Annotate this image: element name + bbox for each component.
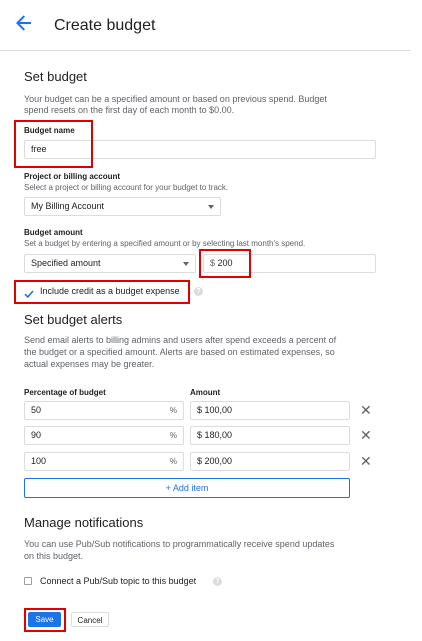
billing-account-select[interactable]: My Billing Account [24, 197, 221, 216]
percent-symbol: % [169, 457, 177, 466]
budget-amount-label: Budget amount [24, 228, 83, 237]
alert-amount-input[interactable]: $ 180,00 [190, 426, 350, 445]
alert-percent-value: 100 [31, 456, 47, 466]
notifications-description-line1: You can use Pub/Sub notifications to pro… [24, 539, 335, 549]
budget-amount-input[interactable]: $ 200 [203, 254, 376, 273]
alert-percent-input[interactable]: 90 % [24, 426, 184, 445]
budget-type-value: Specified amount [31, 258, 101, 268]
close-icon[interactable]: ✕ [360, 454, 372, 468]
pubsub-label[interactable]: Connect a Pub/Sub topic to this budget [40, 576, 196, 587]
alerts-description-line3: actual expenses may be greater. [24, 359, 155, 369]
back-arrow-icon[interactable] [16, 14, 38, 36]
pubsub-checkbox[interactable] [24, 577, 32, 585]
billing-account-value: My Billing Account [31, 201, 105, 211]
percent-symbol: % [169, 431, 177, 440]
amount-column-header: Amount [190, 388, 221, 397]
budget-amount-value: 200 [217, 258, 233, 268]
percentage-column-header: Percentage of budget [24, 388, 106, 397]
set-budget-description-line2: spend resets on the first day of each mo… [24, 105, 235, 115]
save-button[interactable]: Save [28, 612, 61, 627]
close-icon[interactable]: ✕ [360, 428, 372, 442]
page-title: Create budget [54, 17, 156, 34]
add-item-button[interactable]: + Add item [24, 478, 350, 498]
chevron-down-icon [208, 205, 214, 209]
project-hint: Select a project or billing account for … [24, 183, 229, 192]
project-label: Project or billing account [24, 172, 121, 181]
manage-notifications-heading: Manage notifications [24, 515, 144, 530]
percent-symbol: % [169, 406, 177, 415]
include-credit-label[interactable]: Include credit as a budget expense [40, 286, 180, 297]
alert-percent-value: 50 [31, 405, 42, 415]
alert-percent-value: 90 [31, 430, 42, 440]
alert-percent-input[interactable]: 100 % [24, 452, 184, 471]
close-icon[interactable]: ✕ [360, 403, 372, 417]
alert-amount-input[interactable]: $ 200,00 [190, 452, 350, 471]
chevron-down-icon [183, 262, 189, 266]
budget-amount-hint: Set a budget by entering a specified amo… [24, 239, 306, 248]
alerts-description-line2: the budget or a specified amount. Alerts… [24, 347, 335, 357]
help-icon[interactable]: ? [213, 577, 222, 586]
budget-alerts-heading: Set budget alerts [24, 312, 123, 327]
cancel-button[interactable]: Cancel [71, 612, 109, 627]
currency-symbol: $ [210, 258, 216, 268]
help-icon[interactable]: ? [194, 287, 203, 296]
notifications-description-line2: on this budget. [24, 551, 84, 561]
check-icon[interactable] [24, 286, 34, 299]
alerts-description-line1: Send email alerts to billing admins and … [24, 335, 337, 345]
budget-type-select[interactable]: Specified amount [24, 254, 196, 273]
alert-percent-input[interactable]: 50 % [24, 401, 184, 420]
budget-name-input[interactable]: free [24, 140, 376, 159]
budget-name-label: Budget name [24, 126, 75, 135]
set-budget-description-line1: Your budget can be a specified amount or… [24, 94, 327, 104]
set-budget-heading: Set budget [24, 69, 87, 84]
alert-amount-input[interactable]: $ 100,00 [190, 401, 350, 420]
